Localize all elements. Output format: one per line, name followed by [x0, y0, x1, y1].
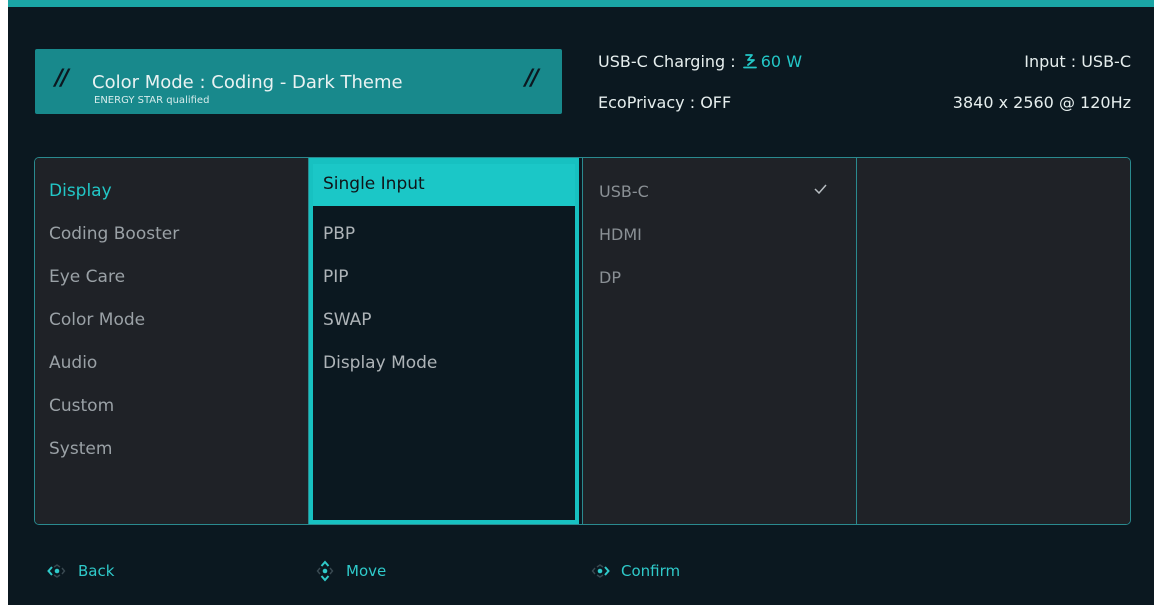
charging-label: USB-C Charging : [598, 52, 741, 71]
confirm-hint[interactable]: Confirm [588, 556, 680, 586]
menu-item-color-mode[interactable]: Color Mode [49, 310, 145, 330]
color-mode-banner: // Color Mode : Coding - Dark Theme ENER… [35, 49, 562, 114]
option-hdmi[interactable]: HDMI [599, 225, 642, 244]
menu-item-custom[interactable]: Custom [49, 396, 114, 416]
ecoprivacy-status: EcoPrivacy : OFF [598, 93, 732, 112]
menu-item-system[interactable]: System [49, 439, 112, 459]
option-dp[interactable]: DP [599, 268, 621, 287]
energy-star-label: ENERGY STAR qualified [94, 95, 210, 106]
menu-item-display[interactable]: Display [49, 181, 112, 201]
resolution-status: 3840 x 2560 @ 120Hz [952, 93, 1131, 112]
submenu-item-swap[interactable]: SWAP [323, 310, 372, 330]
submenu-item-display-mode[interactable]: Display Mode [323, 353, 437, 373]
osd-screen: // Color Mode : Coding - Dark Theme ENER… [8, 0, 1154, 605]
empty-column [857, 158, 1130, 524]
menu-panel: Display Coding Booster Eye Care Color Mo… [34, 157, 1131, 525]
back-label: Back [78, 562, 115, 580]
dpad-left-icon [47, 564, 66, 578]
submenu-item-pbp[interactable]: PBP [323, 224, 355, 244]
top-rule [8, 0, 1154, 7]
usbc-charging-status: USB-C Charging : 60 W [598, 52, 802, 71]
dpad-right-icon [591, 564, 610, 578]
submenu-item-single-input[interactable]: Single Input [323, 174, 425, 194]
options-list: USB-C HDMI DP [583, 158, 856, 524]
move-label: Move [346, 562, 387, 580]
option-usb-c[interactable]: USB-C [599, 182, 649, 201]
charging-value: 60 W [760, 52, 803, 71]
submenu-item-pip[interactable]: PIP [323, 267, 349, 287]
slash-icon: // [55, 66, 69, 91]
back-hint[interactable]: Back [45, 556, 114, 586]
slash-icon: // [525, 66, 539, 91]
checkmark-icon [814, 184, 827, 194]
confirm-label: Confirm [621, 562, 681, 580]
sub-menu: Single Input PBP PIP SWAP Display Mode [309, 158, 579, 524]
menu-item-eye-care[interactable]: Eye Care [49, 267, 125, 287]
plug-icon [742, 54, 757, 69]
move-hint[interactable]: Move [313, 556, 386, 586]
main-menu: Display Coding Booster Eye Care Color Mo… [35, 158, 308, 524]
color-mode-title: Color Mode : Coding - Dark Theme [92, 72, 403, 93]
menu-item-audio[interactable]: Audio [49, 353, 97, 373]
input-status: Input : USB-C [1024, 52, 1131, 71]
dpad-updown-icon [316, 560, 334, 582]
menu-item-coding-booster[interactable]: Coding Booster [49, 224, 179, 244]
